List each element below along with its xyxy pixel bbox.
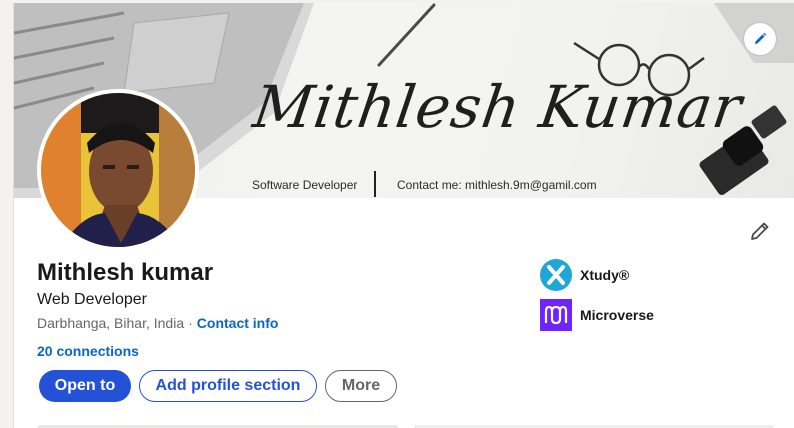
profile-photo bbox=[41, 93, 195, 247]
open-to-button[interactable]: Open to bbox=[39, 370, 131, 402]
org-name: Xtudy® bbox=[580, 267, 630, 283]
pencil-icon bbox=[755, 32, 767, 44]
location-row: Darbhanga, Bihar, India · Contact info bbox=[37, 315, 278, 331]
pencil-icon bbox=[751, 222, 769, 240]
connections-link[interactable]: 20 connections bbox=[37, 343, 139, 359]
avatar[interactable] bbox=[37, 89, 199, 251]
org-item-microverse[interactable]: Microverse bbox=[540, 299, 654, 331]
add-profile-section-button[interactable]: Add profile section bbox=[139, 370, 317, 402]
more-button[interactable]: More bbox=[325, 370, 397, 402]
banner-divider bbox=[374, 171, 376, 197]
banner-role: Software Developer bbox=[252, 178, 358, 192]
microverse-logo-icon bbox=[540, 299, 572, 331]
profile-name: Mithlesh kumar bbox=[37, 259, 214, 286]
org-item-xtudy[interactable]: Xtudy® bbox=[540, 259, 629, 291]
separator: · bbox=[188, 315, 193, 331]
profile-card: Mithlesh Kumar Software Developer Contac… bbox=[13, 3, 794, 428]
profile-headline: Web Developer bbox=[37, 291, 147, 308]
org-name: Microverse bbox=[580, 307, 654, 323]
profile-location: Darbhanga, Bihar, India bbox=[37, 315, 185, 331]
banner-signature: Mithlesh Kumar bbox=[249, 73, 747, 141]
edit-intro-button[interactable] bbox=[744, 215, 776, 247]
contact-info-link[interactable]: Contact info bbox=[197, 315, 279, 331]
banner-contact: Contact me: mithlesh.9m@gamil.com bbox=[397, 178, 597, 192]
pen-illustration bbox=[377, 3, 436, 67]
edit-banner-button[interactable] bbox=[744, 23, 776, 55]
xtudy-logo-icon bbox=[540, 259, 572, 291]
